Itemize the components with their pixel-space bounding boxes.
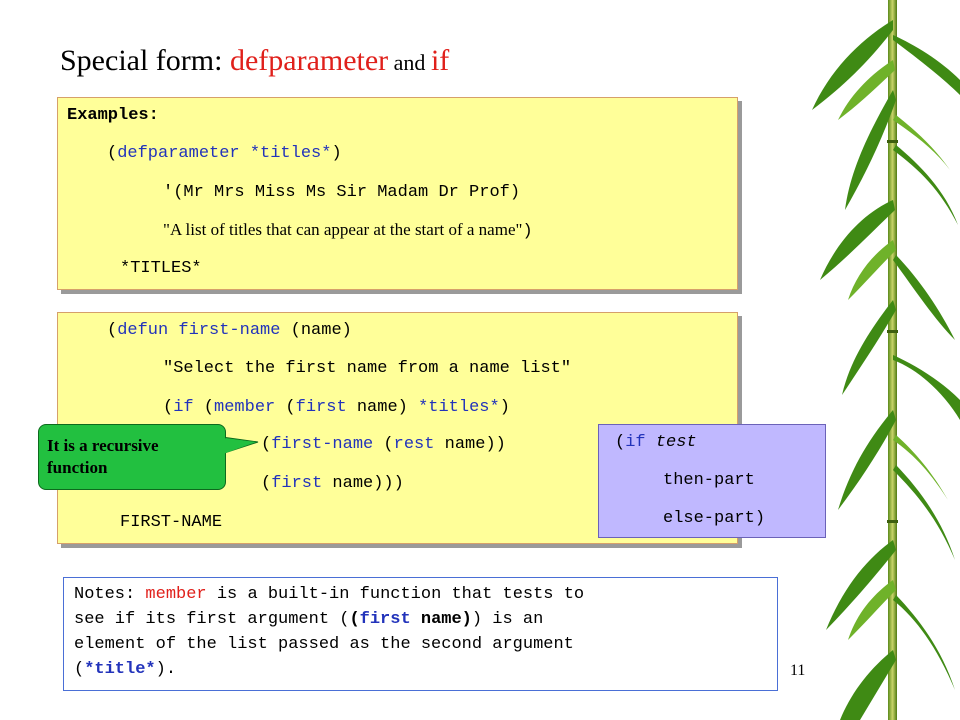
notes-title-variable: *title* xyxy=(84,660,156,679)
if-then-part: then-part xyxy=(663,471,755,490)
notes-line-4: (*title*). xyxy=(74,660,176,679)
notes-text: see if its first argument ( xyxy=(74,610,350,629)
notes-first-keyword: first xyxy=(359,610,411,629)
if-syntax-box: (if test then-part else-part) xyxy=(598,424,826,538)
if-test: test xyxy=(645,433,697,452)
keyword-if: if xyxy=(625,433,646,452)
notes-line-3: element of the list passed as the second… xyxy=(74,635,574,654)
notes-text: ( xyxy=(74,660,85,679)
paren: ( xyxy=(615,433,626,452)
notes-text: Notes: xyxy=(74,585,146,604)
notes-code: name) xyxy=(410,610,472,629)
if-else-part: else-part) xyxy=(663,509,766,528)
notes-text: ). xyxy=(155,660,177,679)
notes-box: Notes: member is a built-in function tha… xyxy=(63,577,778,691)
notes-text: is a built-in function that tests to xyxy=(206,585,585,604)
notes-line-1: Notes: member is a built-in function tha… xyxy=(74,585,584,604)
page-number: 11 xyxy=(790,662,806,679)
notes-line-2: see if its first argument ((first name))… xyxy=(74,610,543,629)
notes-text: ) is an xyxy=(471,610,544,629)
slide: { "title": {"prefix": "Special form: ", … xyxy=(0,0,960,720)
notes-code: ( xyxy=(349,610,360,629)
if-syntax-line-1: (if test xyxy=(615,433,697,452)
notes-member-keyword: member xyxy=(145,585,207,604)
